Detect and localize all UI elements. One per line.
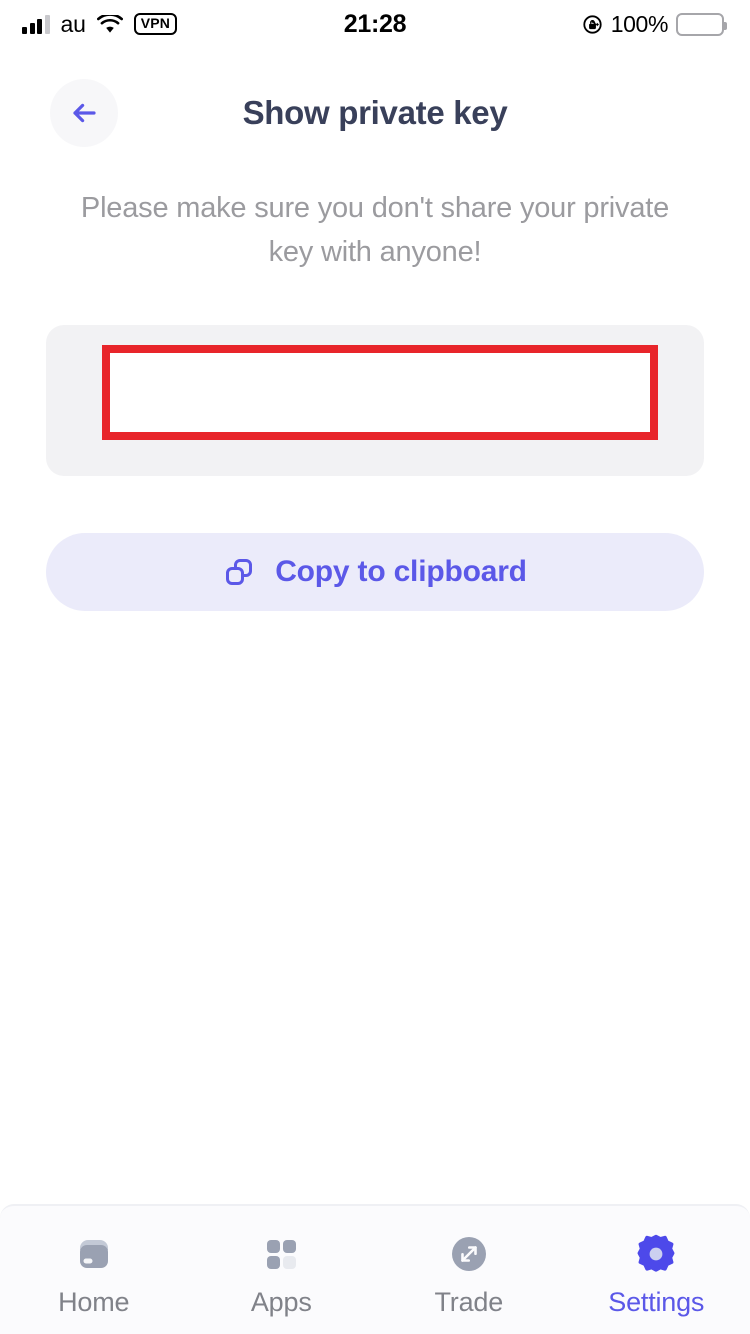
gear-icon	[633, 1231, 679, 1277]
tab-item-apps[interactable]: Apps	[188, 1206, 376, 1334]
tab-item-trade[interactable]: Trade	[375, 1206, 563, 1334]
tab-item-home[interactable]: Home	[0, 1206, 188, 1334]
wifi-icon	[96, 14, 123, 34]
exchange-icon	[446, 1231, 492, 1277]
status-bar: au VPN 21:28 100%	[0, 0, 750, 48]
tab-label-home: Home	[58, 1286, 130, 1317]
wallet-icon	[71, 1231, 117, 1277]
grid-icon	[258, 1231, 304, 1277]
vpn-badge: VPN	[133, 12, 178, 36]
battery-percent-label: 100%	[610, 10, 669, 37]
carrier-label: au	[60, 10, 86, 37]
tab-label-apps: Apps	[250, 1286, 312, 1317]
tab-item-settings[interactable]: Settings	[563, 1206, 750, 1334]
tab-label-settings: Settings	[608, 1286, 705, 1317]
private-key-redaction-box	[102, 345, 658, 440]
copy-icon	[223, 556, 255, 588]
status-bar-left: au VPN	[22, 10, 178, 37]
rotation-lock-icon	[582, 14, 603, 35]
status-bar-right: 100%	[582, 10, 727, 37]
page-header: Show private key	[0, 79, 750, 149]
battery-full-icon	[676, 12, 727, 36]
clock-label: 21:28	[343, 9, 407, 38]
page-title: Show private key	[242, 94, 508, 131]
tab-label-trade: Trade	[434, 1286, 504, 1317]
copy-to-clipboard-label: Copy to clipboard	[275, 555, 527, 588]
bottom-tab-bar: Home Apps Trade Settings	[0, 1204, 750, 1334]
signal-bars-icon	[22, 14, 50, 34]
warning-subtitle: Please make sure you don't share your pr…	[80, 192, 670, 268]
copy-to-clipboard-button[interactable]: Copy to clipboard	[46, 533, 704, 611]
